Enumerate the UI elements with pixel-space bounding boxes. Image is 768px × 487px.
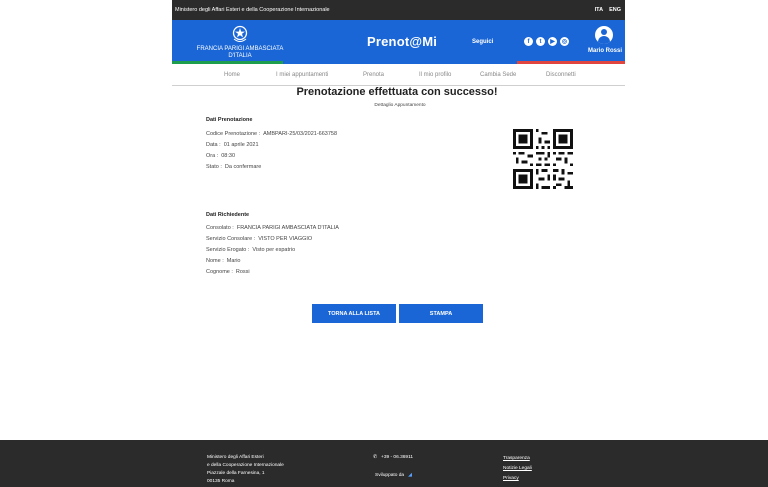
footer-developer: Sviluppato da ◢ — [375, 473, 412, 478]
booking-section-title: Dati Prenotazione — [206, 117, 253, 123]
instagram-icon[interactable]: ◎ — [560, 37, 569, 46]
applicant-provided-service-row: Servizio Erogato : Visto per espatrio — [206, 247, 296, 253]
booking-date-row: Data :01 aprile 2021 — [206, 142, 259, 148]
user-name[interactable]: Mario Rossi — [588, 48, 622, 54]
lang-ita-link[interactable]: ITA — [595, 7, 603, 13]
nav-book[interactable]: Prenota — [363, 72, 384, 78]
youtube-icon[interactable]: ▶ — [548, 37, 557, 46]
booking-status-row: Stato : Da confermare — [206, 164, 262, 170]
applicant-section-title: Dati Richiedente — [206, 212, 250, 218]
footer-links: Trasparenza Notizie Legali Privacy — [503, 454, 532, 484]
nav-change-office[interactable]: Cambia Sede — [480, 72, 516, 78]
booking-code-row: Codice Prenotazione : AMBPARI-25/03/2021-… — [206, 131, 338, 137]
user-avatar-icon[interactable] — [595, 26, 613, 44]
phone-icon: ✆ — [373, 455, 378, 460]
social-links: f t ▶ ◎ — [524, 37, 569, 46]
print-button[interactable]: STAMPA — [399, 304, 483, 323]
footer-link-legal[interactable]: Notizie Legali — [503, 464, 532, 474]
footer: Ministero degli Affari Esteri e della Co… — [0, 440, 768, 487]
header: FRANCIA PARIGI AMBASCIATA D'ITALIA Preno… — [172, 20, 625, 64]
ministry-name: Ministero degli Affari Esteri e della Co… — [175, 7, 330, 13]
footer-link-privacy[interactable]: Privacy — [503, 474, 532, 484]
applicant-name-row: Nome : Mario — [206, 258, 241, 264]
top-bar: Ministero degli Affari Esteri e della Co… — [172, 0, 625, 20]
back-to-list-button[interactable]: TORNA ALLA LISTA — [312, 304, 396, 323]
footer-phone: ✆ +39 - 06.36911 — [373, 455, 414, 460]
developer-logo-icon: ◢ — [408, 473, 412, 478]
nav-logout[interactable]: Disconnetti — [546, 72, 576, 78]
facebook-icon[interactable]: f — [524, 37, 533, 46]
nav-my-appointments[interactable]: I miei appuntamenti — [276, 72, 328, 78]
applicant-consulate-row: Consolato : FRANCIA PARIGI AMBASCIATA D'I… — [206, 225, 339, 231]
app-title[interactable]: Prenot@Mi — [367, 34, 437, 49]
booking-time-row: Ora :08:30 — [206, 153, 235, 159]
footer-link-transparency[interactable]: Trasparenza — [503, 454, 532, 464]
page-subtitle: Dettaglio Appuntamento — [374, 103, 426, 108]
twitter-icon[interactable]: t — [536, 37, 545, 46]
nav-profile[interactable]: Il mio profilo — [419, 72, 451, 78]
applicant-service-row: Servizio Consolare : VISTO PER VIAGGIO — [206, 236, 313, 242]
embassy-name: FRANCIA PARIGI AMBASCIATA D'ITALIA — [196, 46, 284, 59]
language-switcher: ITA ENG — [595, 7, 621, 13]
footer-address: Ministero degli Affari Esteri e della Co… — [207, 455, 284, 484]
main-nav: Home I miei appuntamenti Prenota Il mio … — [172, 64, 625, 86]
nav-home[interactable]: Home — [224, 72, 240, 78]
applicant-surname-row: Cognome : Rossi — [206, 269, 250, 275]
follow-label: Seguici — [472, 39, 494, 45]
lang-eng-link[interactable]: ENG — [609, 7, 621, 13]
qr-code — [513, 129, 573, 189]
emblem-icon — [232, 25, 248, 42]
page-title: Prenotazione effettuata con successo! — [296, 86, 498, 98]
